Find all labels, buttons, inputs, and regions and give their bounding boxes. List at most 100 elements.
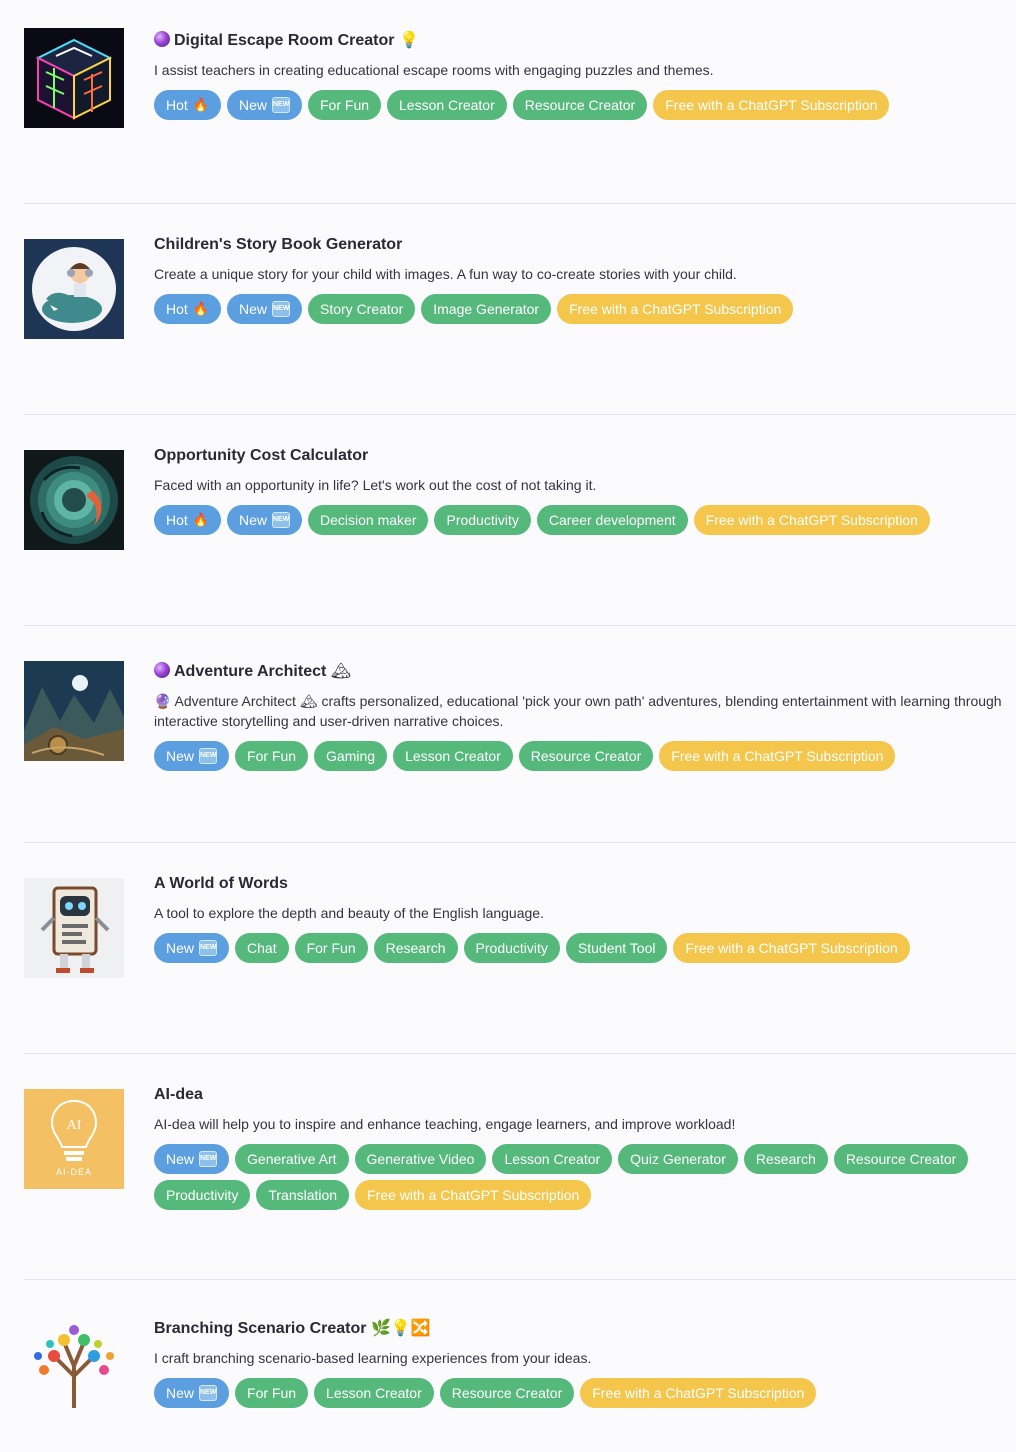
list-item[interactable]: Children's Story Book Generator Create a… <box>24 204 1016 415</box>
tag-image-generator[interactable]: Image Generator <box>421 294 552 324</box>
tag-label: Research <box>755 1151 816 1167</box>
tag-free-with-a-chatgpt-subscription[interactable]: Free with a ChatGPT Subscription <box>693 505 930 535</box>
tag-list: New NEW Chat For Fun Research Productivity Stu… <box>154 933 1002 963</box>
tag-free-with-a-chatgpt-subscription[interactable]: Free with a ChatGPT Subscription <box>653 90 890 120</box>
tag-label: New <box>238 97 267 113</box>
tag-new[interactable]: New NEW <box>154 1144 230 1174</box>
tag-resource-creator[interactable]: Resource Creator <box>512 90 648 120</box>
tag-research[interactable]: Research <box>373 933 458 963</box>
tag-label: Chat <box>247 940 277 956</box>
new-badge-icon: NEW <box>199 940 218 956</box>
item-title[interactable]: Children's Story Book Generator <box>154 234 1002 256</box>
item-title[interactable]: Branching Scenario Creator 🌿💡🔀 <box>154 1318 1002 1340</box>
tag-label: Image Generator <box>433 301 540 317</box>
tag-label: Free with a ChatGPT Subscription <box>665 97 878 113</box>
fire-icon: 🔥 <box>192 512 209 527</box>
tag-list: New NEW For Fun Lesson Creator Resource Crea… <box>154 1378 1002 1408</box>
tag-label: Hot <box>166 512 188 528</box>
tag-story-creator[interactable]: Story Creator <box>308 294 416 324</box>
list-item[interactable]: Digital Escape Room Creator 💡 I assist t… <box>24 0 1016 204</box>
tag-label: New <box>166 1385 195 1401</box>
item-title[interactable]: A World of Words <box>154 873 1002 895</box>
child-on-dinosaur-icon[interactable] <box>24 239 124 339</box>
tag-translation[interactable]: Translation <box>256 1180 350 1210</box>
tag-free-with-a-chatgpt-subscription[interactable]: Free with a ChatGPT Subscription <box>580 1378 817 1408</box>
item-description: I craft branching scenario-based learnin… <box>154 1350 592 1366</box>
tag-label: Free with a ChatGPT Subscription <box>685 940 898 956</box>
tag-productivity[interactable]: Productivity <box>434 505 531 535</box>
tag-label: Hot <box>166 301 188 317</box>
item-title[interactable]: Adventure Architect 🏔 <box>154 661 1002 683</box>
item-title[interactable]: Digital Escape Room Creator 💡 <box>154 30 1002 52</box>
tag-label: New <box>238 301 267 317</box>
list-item[interactable]: A World of Words A tool to explore the d… <box>24 843 1016 1054</box>
list-item[interactable]: Opportunity Cost Calculator Faced with a… <box>24 415 1016 626</box>
tag-lesson-creator[interactable]: Lesson Creator <box>492 1144 613 1174</box>
tag-resource-creator[interactable]: Resource Creator <box>833 1144 969 1174</box>
tag-career-development[interactable]: Career development <box>536 505 688 535</box>
tag-hot[interactable]: Hot 🔥 <box>154 294 221 324</box>
new-badge-icon: NEW <box>199 748 218 764</box>
tag-label: Gaming <box>326 748 376 764</box>
lightbulb-logo-icon[interactable]: AI AI-DEA <box>24 1089 124 1189</box>
tag-generative-art[interactable]: Generative Art <box>235 1144 349 1174</box>
list-item[interactable]: Branching Scenario Creator 🌿💡🔀 I craft b… <box>24 1280 1016 1452</box>
tag-productivity[interactable]: Productivity <box>154 1180 251 1210</box>
tag-for-fun[interactable]: For Fun <box>235 1378 309 1408</box>
tag-new[interactable]: New NEW <box>154 741 230 771</box>
tag-hot[interactable]: Hot 🔥 <box>154 505 221 535</box>
tag-label: Free with a ChatGPT Subscription <box>592 1385 805 1401</box>
tag-label: New <box>166 748 195 764</box>
tag-for-fun[interactable]: For Fun <box>235 741 309 771</box>
tag-new[interactable]: New NEW <box>154 933 230 963</box>
tag-gaming[interactable]: Gaming <box>314 741 388 771</box>
item-title[interactable]: Opportunity Cost Calculator <box>154 445 1002 467</box>
tag-research[interactable]: Research <box>743 1144 828 1174</box>
item-description: I assist teachers in creating educationa… <box>154 62 714 78</box>
tag-chat[interactable]: Chat <box>235 933 289 963</box>
tag-free-with-a-chatgpt-subscription[interactable]: Free with a ChatGPT Subscription <box>659 741 896 771</box>
tag-new[interactable]: New NEW <box>226 505 302 535</box>
item-description: A tool to explore the depth and beauty o… <box>154 905 544 921</box>
new-badge-icon: NEW <box>199 1151 218 1167</box>
item-title[interactable]: AI-dea <box>154 1084 1002 1106</box>
lightbulb-emoji: 💡 <box>398 32 419 49</box>
tag-label: Lesson Creator <box>399 97 495 113</box>
colorful-tree-icon[interactable] <box>24 1316 124 1416</box>
robot-book-icon[interactable] <box>24 878 124 978</box>
glowing-cube-icon[interactable] <box>24 28 124 128</box>
tag-label: Student Tool <box>577 940 656 956</box>
fantasy-landscape-icon[interactable] <box>24 661 124 761</box>
tag-generative-video[interactable]: Generative Video <box>354 1144 487 1174</box>
list-item[interactable]: AI AI-DEA AI-dea AI-dea will help you to… <box>24 1054 1016 1280</box>
list-item[interactable]: Adventure Architect 🏔 🔮 Adventure Archit… <box>24 626 1016 843</box>
tag-free-with-a-chatgpt-subscription[interactable]: Free with a ChatGPT Subscription <box>557 294 794 324</box>
tag-new[interactable]: New NEW <box>154 1378 230 1408</box>
tag-label: Free with a ChatGPT Subscription <box>367 1187 580 1203</box>
tag-free-with-a-chatgpt-subscription[interactable]: Free with a ChatGPT Subscription <box>673 933 910 963</box>
tag-for-fun[interactable]: For Fun <box>294 933 368 963</box>
tag-lesson-creator[interactable]: Lesson Creator <box>314 1378 434 1408</box>
tag-label: For Fun <box>320 97 370 113</box>
tag-productivity[interactable]: Productivity <box>463 933 560 963</box>
tag-lesson-creator[interactable]: Lesson Creator <box>387 90 507 120</box>
tag-decision-maker[interactable]: Decision maker <box>308 505 429 535</box>
crystal-ball-icon <box>154 31 170 47</box>
tag-new[interactable]: New NEW <box>226 90 302 120</box>
tag-lesson-creator[interactable]: Lesson Creator <box>393 741 513 771</box>
tag-quiz-generator[interactable]: Quiz Generator <box>618 1144 738 1174</box>
tag-resource-creator[interactable]: Resource Creator <box>439 1378 575 1408</box>
tag-label: For Fun <box>247 1385 297 1401</box>
tag-free-with-a-chatgpt-subscription[interactable]: Free with a ChatGPT Subscription <box>355 1180 592 1210</box>
new-badge-icon: NEW <box>199 1385 218 1401</box>
tag-label: Free with a ChatGPT Subscription <box>569 301 782 317</box>
tag-label: Productivity <box>475 940 548 956</box>
tag-hot[interactable]: Hot 🔥 <box>154 90 221 120</box>
tag-for-fun[interactable]: For Fun <box>308 90 382 120</box>
tag-new[interactable]: New NEW <box>226 294 302 324</box>
teal-swirl-icon[interactable] <box>24 450 124 550</box>
tag-label: Career development <box>548 512 676 528</box>
crystal-ball-icon <box>154 662 170 678</box>
tag-student-tool[interactable]: Student Tool <box>565 933 668 963</box>
tag-resource-creator[interactable]: Resource Creator <box>518 741 654 771</box>
